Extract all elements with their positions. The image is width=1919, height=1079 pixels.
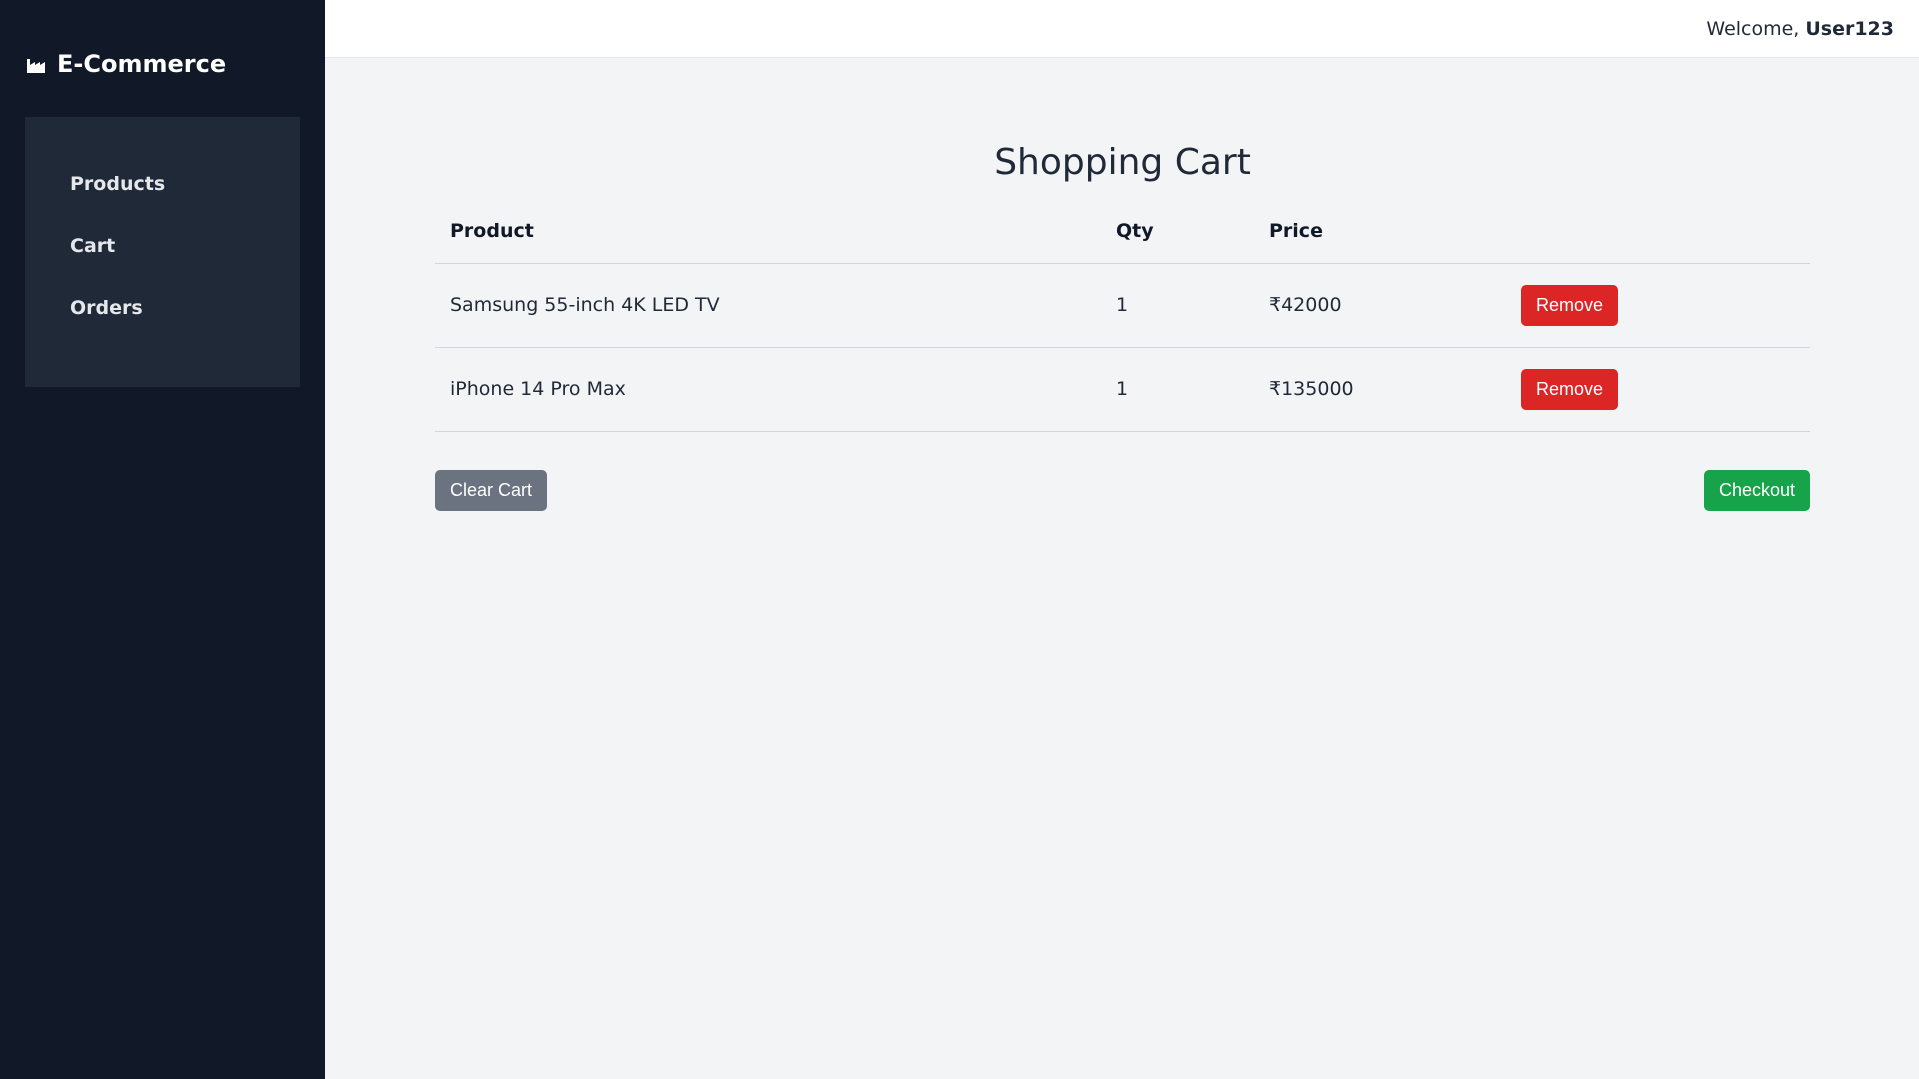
column-header-price: Price [1254,199,1506,264]
column-header-action [1506,199,1810,264]
main-area: Welcome, User123 Shopping Cart Product Q… [325,0,1919,1079]
table-row: Samsung 55-inch 4K LED TV 1 ₹42000 Remov… [435,263,1810,348]
clear-cart-button[interactable]: Clear Cart [435,469,547,511]
page-title: Shopping Cart [994,142,1251,183]
sidebar-nav: Products Cart Orders [25,117,300,387]
cell-product: iPhone 14 Pro Max [435,347,1101,432]
sidebar-item-cart[interactable]: Cart [25,226,300,288]
table-header-row: Product Qty Price [435,199,1810,264]
remove-button[interactable]: Remove [1521,284,1618,326]
sidebar-item-orders[interactable]: Orders [25,288,300,350]
remove-button[interactable]: Remove [1521,368,1618,410]
username: User123 [1805,17,1894,40]
topbar: Welcome, User123 [325,0,1919,58]
app-root: E-Commerce Products Cart Orders Welcome,… [0,0,1919,1079]
cart-content: Shopping Cart Product Qty Price Samsung … [435,58,1810,511]
table-row: iPhone 14 Pro Max 1 ₹135000 Remove [435,347,1810,432]
cell-qty: 1 [1101,347,1254,432]
checkout-button[interactable]: Checkout [1704,469,1810,511]
sidebar: E-Commerce Products Cart Orders [0,0,325,1079]
brand-label: E-Commerce [57,50,227,78]
cell-product: Samsung 55-inch 4K LED TV [435,263,1101,348]
cell-price: ₹42000 [1254,263,1506,348]
brand[interactable]: E-Commerce [27,35,300,93]
welcome-text: Welcome, [1706,17,1800,40]
sidebar-item-products[interactable]: Products [25,164,300,226]
cell-action: Remove [1506,347,1810,432]
column-header-product: Product [435,199,1101,264]
cart-actions: Clear Cart Checkout [435,469,1810,511]
cell-qty: 1 [1101,263,1254,348]
cell-action: Remove [1506,263,1810,348]
cart-table: Product Qty Price Samsung 55-inch 4K LED… [435,199,1810,432]
cell-price: ₹135000 [1254,347,1506,432]
column-header-qty: Qty [1101,199,1254,264]
factory-icon [27,55,49,73]
